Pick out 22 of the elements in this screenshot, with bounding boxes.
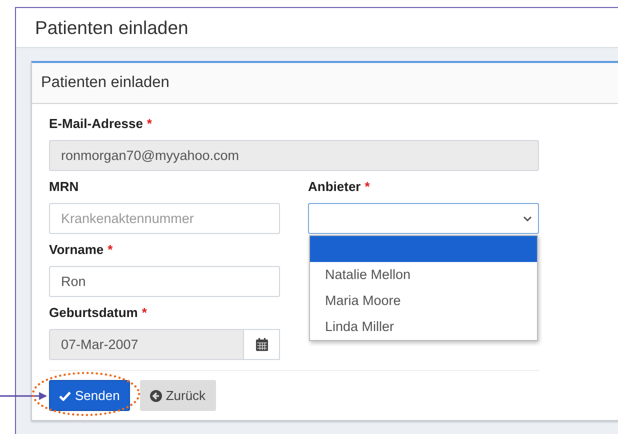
field-label: E-Mail-Adresse — [49, 116, 143, 131]
required-mark: * — [146, 116, 152, 131]
calendar-button[interactable] — [244, 329, 280, 360]
card-title: Patienten einladen — [41, 74, 170, 92]
chevron-down-icon — [523, 216, 532, 222]
field-label: Geburtsdatum — [49, 305, 138, 320]
page-title: Patienten einladen — [35, 16, 188, 38]
send-button[interactable]: Senden — [49, 380, 130, 411]
back-arrow-icon — [150, 390, 162, 402]
input-field[interactable]: Ron — [49, 266, 280, 297]
required-mark: * — [142, 305, 147, 320]
dropdown-option[interactable]: Linda Miller — [310, 314, 537, 340]
field-label: Vorname — [49, 242, 104, 257]
required-mark: * — [364, 179, 370, 194]
calendar-icon — [256, 338, 268, 351]
field-label: MRN — [49, 179, 79, 194]
dropdown-option[interactable]: Natalie Mellon — [310, 262, 537, 288]
field-label: Anbieter — [308, 179, 361, 194]
dropdown-option[interactable]: Maria Moore — [310, 288, 537, 314]
check-icon — [59, 390, 71, 400]
required-mark: * — [108, 242, 113, 257]
back-button[interactable]: Zurück — [140, 380, 216, 411]
